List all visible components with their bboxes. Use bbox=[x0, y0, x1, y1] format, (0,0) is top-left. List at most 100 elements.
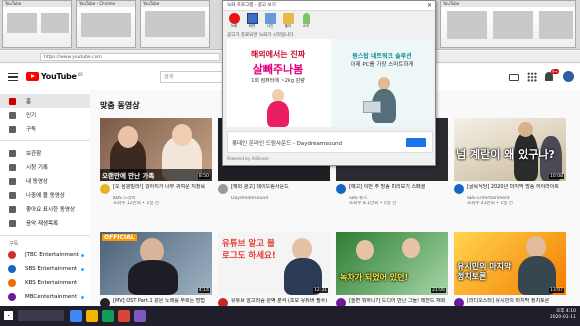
toolbar-label: 녹화 bbox=[230, 24, 238, 28]
channel-avatar[interactable] bbox=[100, 184, 110, 194]
trending-icon bbox=[9, 111, 16, 119]
close-icon[interactable]: ✕ bbox=[427, 2, 432, 9]
sidebar-item-label: 홈 bbox=[26, 99, 32, 105]
image-icon bbox=[264, 13, 276, 24]
video-meta: 조회수 12만회 • 1일 전 bbox=[113, 201, 159, 206]
thumbnail-text: 유시민의 마지막 정치토론 bbox=[457, 262, 512, 281]
video-thumbnail[interactable]: 녹차가 되었어 있던! 21:06 bbox=[336, 232, 448, 295]
sidebar-subscription[interactable]: MBCentertainment bbox=[0, 290, 90, 304]
logo-text: YouTube bbox=[41, 72, 77, 81]
thumbnail-caption: 오랜만에 만난 가족 bbox=[100, 169, 212, 181]
ad-open-button[interactable] bbox=[406, 138, 426, 147]
sidebar-item-home[interactable]: 홈 bbox=[0, 94, 90, 108]
window-thumbnail[interactable]: YouTube bbox=[140, 0, 210, 48]
ad-subline: 광고가 종료되면 녹화가 시작됩니다. bbox=[227, 33, 295, 38]
thumbnail-text: 유튜브 알고 블로그도 하세요! bbox=[222, 239, 276, 261]
avatar[interactable] bbox=[563, 71, 574, 82]
video-thumbnail[interactable]: 유튜브 알고 블로그도 하세요! 12:31 bbox=[218, 232, 330, 295]
chrome-icon[interactable] bbox=[70, 310, 82, 322]
app-icon[interactable] bbox=[134, 310, 146, 322]
video-title[interactable]: [골목식당] 2020년 마지막 방송 하이라이트 bbox=[454, 184, 566, 196]
history-icon bbox=[9, 163, 16, 171]
video-channel[interactable]: Daydreamsound bbox=[218, 196, 330, 201]
apps-grid-icon[interactable] bbox=[527, 71, 537, 82]
url-field[interactable]: https://www.youtube.com bbox=[40, 53, 220, 61]
video-card[interactable]: 넘 계란이 왜 있구나? 10:08 [골목식당] 2020년 마지막 방송 하… bbox=[454, 118, 566, 206]
thumbnail-text: 녹차가 되었어 있던! bbox=[340, 273, 409, 282]
taskbar-search[interactable] bbox=[18, 310, 64, 321]
sidebar-divider bbox=[0, 140, 90, 141]
video-thumbnail[interactable]: 넘 계란이 왜 있구나? 10:08 bbox=[454, 118, 566, 181]
sidebar-item-subscriptions[interactable]: 구독 bbox=[0, 122, 90, 136]
sidebar-item-library[interactable]: 보관함 bbox=[0, 146, 90, 160]
sidebar-item-playlist[interactable]: 음악 재생목록 bbox=[0, 216, 90, 230]
ad-text-row[interactable]: 롯데인 온라인 드림사운드 - Daydreamsound bbox=[227, 131, 433, 153]
create-video-icon[interactable] bbox=[509, 74, 519, 81]
system-clock[interactable]: 오후 4:10 2020-01-11 bbox=[550, 309, 576, 321]
video-duration: 4:14 bbox=[197, 287, 210, 293]
youtube-play-icon bbox=[26, 72, 39, 81]
video-title[interactable]: [예고] 이번 주 방송 미리보기 스페셜 bbox=[336, 184, 448, 196]
video-thumbnail[interactable]: OFFICIAL 4:14 bbox=[100, 232, 212, 295]
sidebar-item-liked[interactable]: 좋아요 표시한 동영상 bbox=[0, 202, 90, 216]
section-title: 맞춤 동영상 bbox=[100, 101, 140, 110]
record-button[interactable]: 녹화 bbox=[227, 13, 241, 29]
ad-popup-window[interactable]: 녹화 프로그램 - 광고 보기 ✕ 녹화 화면 사진 폴더 소리 광고가 종료되… bbox=[222, 0, 436, 166]
banner-person-image bbox=[265, 89, 291, 127]
ad-status: Powered by AdSense bbox=[227, 156, 269, 161]
window-thumbnail[interactable]: YouTube bbox=[2, 0, 72, 48]
official-badge: OFFICIAL bbox=[102, 234, 137, 241]
sidebar-subscription[interactable]: KBS Entertainment bbox=[0, 276, 90, 290]
sidebar-item-my-videos[interactable]: 내 동영상 bbox=[0, 174, 90, 188]
video-card[interactable]: 오랜만에 만난 가족 8:50 [오 삼광빌라!] 강아지가 너무 귀여운 지창… bbox=[100, 118, 212, 206]
sidebar-item-watch-later[interactable]: 나중에 볼 동영상 bbox=[0, 188, 90, 202]
channel-avatar[interactable] bbox=[454, 184, 464, 194]
youtube-logo[interactable]: YouTube KR bbox=[26, 72, 83, 81]
ad-text: 롯데인 온라인 드림사운드 - Daydreamsound bbox=[232, 141, 342, 147]
windows-start-icon[interactable] bbox=[4, 311, 13, 320]
sidebar-item-label: 구독 bbox=[26, 127, 37, 133]
banner-subtext: 이제 PC를 가장 스마트하게 bbox=[350, 62, 414, 68]
video-duration: 21:06 bbox=[431, 287, 446, 293]
toolbar-label: 소리 bbox=[302, 24, 310, 28]
sidebar-item-history[interactable]: 시청 기록 bbox=[0, 160, 90, 174]
sidebar-item-label: JTBC Entertainment bbox=[25, 252, 79, 258]
folder-button[interactable]: 폴더 bbox=[281, 13, 295, 29]
ad-banner[interactable]: 해외에서는 진짜 살빼주나봄 1회 컴퓨터에 ~2kg 감량 원스탑 네트워크 … bbox=[227, 39, 433, 127]
video-thumbnail[interactable]: 오랜만에 만난 가족 8:50 bbox=[100, 118, 212, 181]
sidebar-item-label: 내 동영상 bbox=[26, 179, 48, 185]
monitor-icon bbox=[246, 13, 258, 24]
banner-right-panel[interactable]: 원스탑 네트워크 솔루션 이제 PC를 가장 스마트하게 bbox=[331, 39, 433, 127]
sidebar-item-trending[interactable]: 인기 bbox=[0, 108, 90, 122]
video-title[interactable]: [해외 광고] 데이드림사운드 bbox=[218, 184, 330, 196]
recorder-app-icon[interactable] bbox=[118, 310, 130, 322]
channel-avatar[interactable] bbox=[336, 184, 346, 194]
new-content-dot bbox=[81, 267, 84, 271]
audio-button[interactable]: 소리 bbox=[299, 13, 313, 29]
video-duration: 8:50 bbox=[197, 173, 210, 179]
sidebar-subscription[interactable]: SBS Entertainment bbox=[0, 262, 90, 276]
video-meta: 조회수 8.1만회 • 5일 전 bbox=[349, 201, 397, 206]
channel-avatar[interactable] bbox=[218, 184, 228, 194]
video-title[interactable]: [오 삼광빌라!] 강아지가 너무 귀여운 지창욱 bbox=[100, 184, 212, 196]
video-duration: 13:07 bbox=[549, 287, 564, 293]
video-thumbnail[interactable]: 유시민의 마지막 정치토론 13:07 bbox=[454, 232, 566, 295]
menu-icon[interactable] bbox=[8, 73, 18, 82]
photo-button[interactable]: 사진 bbox=[263, 13, 277, 29]
screen-button[interactable]: 화면 bbox=[245, 13, 259, 29]
banner-left-panel[interactable]: 해외에서는 진짜 살빼주나봄 1회 컴퓨터에 ~2kg 감량 bbox=[227, 39, 329, 127]
sidebar-item-label: KBS Entertainment bbox=[25, 280, 78, 286]
app-icon[interactable] bbox=[102, 310, 114, 322]
new-content-dot bbox=[81, 295, 84, 299]
window-thumbnail[interactable]: YouTube bbox=[440, 0, 576, 48]
video-meta: 조회수 43만회 • 1일 전 bbox=[467, 201, 513, 206]
search-input[interactable]: 검색 bbox=[160, 71, 230, 83]
window-title: 녹화 프로그램 - 광고 보기 bbox=[223, 1, 435, 11]
toolbar-label: 폴더 bbox=[284, 24, 292, 28]
sidebar-item-label: 좋아요 표시한 동영상 bbox=[26, 207, 76, 213]
window-thumbnail[interactable]: YouTube - Chrome bbox=[76, 0, 136, 48]
sidebar-subscription[interactable]: JTBC Entertainment bbox=[0, 248, 90, 262]
notifications-button[interactable]: 9+ bbox=[545, 68, 559, 82]
file-explorer-icon[interactable] bbox=[86, 310, 98, 322]
logo-region: KR bbox=[77, 71, 83, 77]
